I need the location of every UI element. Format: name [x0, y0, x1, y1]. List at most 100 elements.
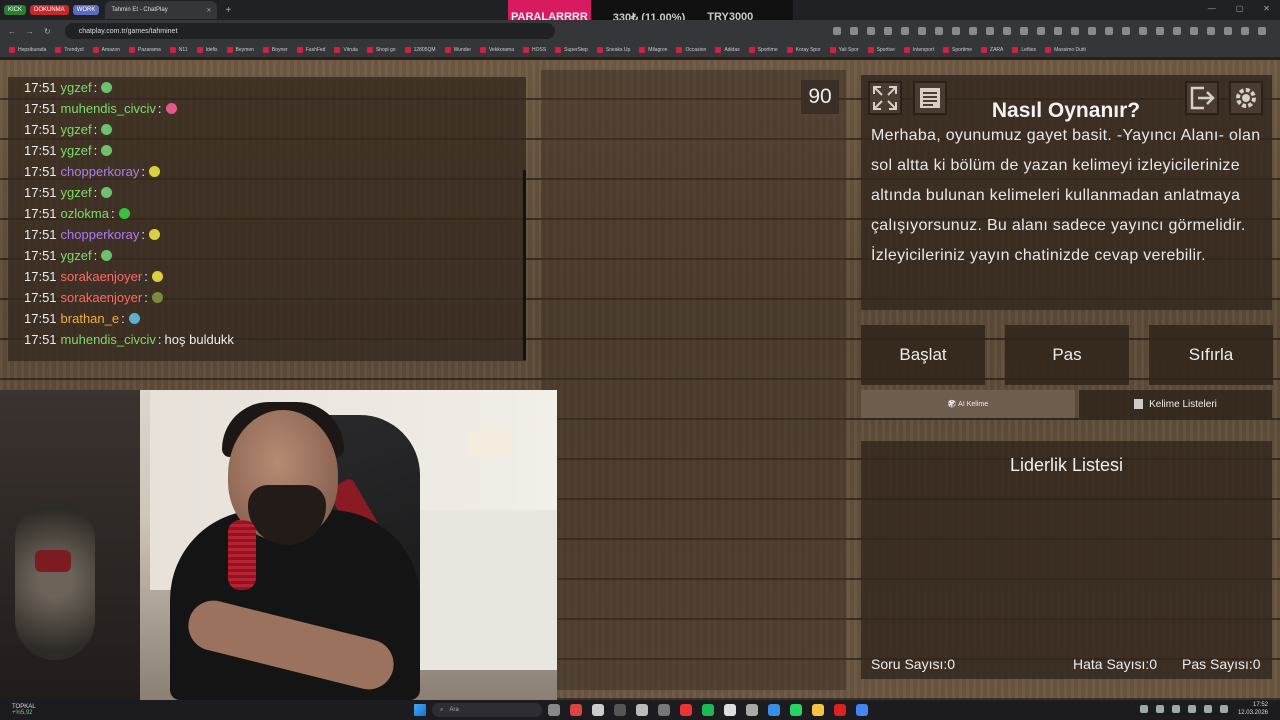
chat-username[interactable]: ygzef — [61, 143, 92, 158]
extension-icon[interactable] — [1190, 27, 1198, 35]
bookmark-item[interactable]: Adidas — [715, 46, 740, 53]
extension-icon[interactable] — [1224, 27, 1232, 35]
bookmark-item[interactable]: Boyner — [262, 46, 288, 53]
bookmark-item[interactable]: Koray Spor — [786, 46, 821, 53]
store-icon[interactable] — [592, 704, 604, 716]
bookmark-item[interactable]: Sportive — [867, 46, 895, 53]
whatsapp-icon[interactable] — [790, 704, 802, 716]
document-button[interactable] — [913, 81, 947, 115]
extension-icon[interactable] — [1139, 27, 1147, 35]
bookmark-item[interactable]: Intersport — [903, 46, 934, 53]
chat-username[interactable]: ygzef — [61, 248, 92, 263]
app-icon[interactable] — [724, 704, 736, 716]
tray-icon[interactable] — [1188, 705, 1196, 713]
start-button[interactable]: Başlat — [861, 325, 985, 385]
pass-button[interactable]: Pas — [1005, 325, 1129, 385]
extension-icon[interactable] — [884, 27, 892, 35]
bookmark-item[interactable]: SuperStep — [555, 46, 588, 53]
bookmark-item[interactable]: Idefix — [196, 46, 218, 53]
extension-icon[interactable] — [901, 27, 909, 35]
browser-icon[interactable] — [570, 704, 582, 716]
bookmark-item[interactable]: Beymen — [226, 46, 254, 53]
word-lists-button[interactable]: Kelime Listeleri — [1079, 390, 1272, 418]
spotify-icon[interactable] — [702, 704, 714, 716]
fullscreen-button[interactable] — [868, 81, 902, 115]
extension-icon[interactable] — [1054, 27, 1062, 35]
bookmark-item[interactable]: Sportime — [748, 46, 778, 53]
minimize-icon[interactable]: — — [1208, 4, 1216, 13]
bookmark-item[interactable]: 12805QM — [404, 46, 436, 53]
task-view-icon[interactable] — [548, 704, 560, 716]
bookmark-item[interactable]: Sportime — [943, 46, 972, 53]
chat-username[interactable]: sorakaenjoyer — [61, 290, 143, 305]
taskbar-search[interactable]: ⌕ Ara — [432, 703, 542, 717]
settings-button[interactable] — [1229, 81, 1263, 115]
bookmark-item[interactable]: Pazarama — [128, 46, 161, 53]
app-icon[interactable] — [614, 704, 626, 716]
app-icon[interactable] — [768, 704, 780, 716]
close-window-icon[interactable]: ✕ — [1263, 4, 1270, 13]
bookmark-item[interactable]: Sneaks Up — [596, 46, 630, 53]
extension-icon[interactable] — [935, 27, 943, 35]
tray-icon[interactable] — [1156, 705, 1164, 713]
chat-username[interactable]: ygzef — [61, 80, 92, 95]
extension-icon[interactable] — [833, 27, 841, 35]
chat-username[interactable]: ozlokma — [61, 206, 109, 221]
extension-icon[interactable] — [1020, 27, 1028, 35]
folder-icon[interactable] — [812, 704, 824, 716]
chat-username[interactable]: muhendis_civciv — [61, 332, 156, 347]
tray-icon[interactable] — [1204, 705, 1212, 713]
extension-icon[interactable] — [1088, 27, 1096, 35]
extension-icon[interactable] — [1258, 27, 1266, 35]
app-icon[interactable] — [636, 704, 648, 716]
back-icon[interactable]: ← — [8, 27, 16, 36]
extension-icon[interactable] — [986, 27, 994, 35]
extension-icon[interactable] — [1003, 27, 1011, 35]
extension-icon[interactable] — [1173, 27, 1181, 35]
extension-icon[interactable] — [1156, 27, 1164, 35]
new-tab-icon[interactable]: + — [225, 5, 231, 16]
weather-widget[interactable]: TOPKAL +%5,92 — [12, 704, 36, 716]
clock[interactable]: 17:52 12.03.2026 — [1238, 701, 1268, 717]
chat-username[interactable]: ygzef — [61, 185, 92, 200]
bookmark-item[interactable]: FashFed — [296, 46, 325, 53]
bookmark-item[interactable]: Vitruta — [334, 46, 358, 53]
active-tab[interactable]: Tahmin Et - ChatPlay ✕ — [105, 1, 218, 19]
url-input[interactable]: chatplay.com.tr/games/tahminet — [64, 23, 555, 39]
exit-button[interactable] — [1185, 81, 1219, 115]
bookmark-item[interactable]: Shopi go — [366, 46, 396, 53]
bookmark-item[interactable]: Trendyol — [55, 46, 84, 53]
pinned-tab-kick[interactable]: KICK — [4, 5, 27, 15]
bookmark-item[interactable]: Milagron — [639, 46, 667, 53]
reload-icon[interactable]: ↻ — [44, 27, 51, 36]
chat-username[interactable]: ygzef — [61, 122, 92, 137]
bookmark-item[interactable]: Massimo Dutti — [1045, 46, 1086, 53]
opera-icon[interactable] — [834, 704, 846, 716]
chat-scrollbar[interactable] — [523, 170, 526, 360]
bookmark-item[interactable]: HOSS — [523, 46, 546, 53]
chat-username[interactable]: chopperkoray — [61, 164, 140, 179]
chat-username[interactable]: chopperkoray — [61, 227, 140, 242]
chrome-icon[interactable] — [856, 704, 868, 716]
pinned-tab-dokunma[interactable]: DOKUNMA — [30, 5, 69, 15]
bookmark-item[interactable]: Vekkorama — [479, 46, 514, 53]
ai-word-button[interactable]: 🎲 AI Kelime — [861, 390, 1075, 418]
extension-icon[interactable] — [1037, 27, 1045, 35]
pinned-tab-work[interactable]: WORK — [72, 5, 100, 15]
bookmark-item[interactable]: Hepsiburada — [9, 46, 46, 53]
app-icon[interactable] — [680, 704, 692, 716]
tray-icon[interactable] — [1140, 705, 1148, 713]
tray-icon[interactable] — [1172, 705, 1180, 713]
bookmark-item[interactable]: Amazon — [92, 46, 120, 53]
bookmark-item[interactable]: ZARA — [981, 46, 1003, 53]
extension-icon[interactable] — [952, 27, 960, 35]
app-icon[interactable] — [658, 704, 670, 716]
bookmark-item[interactable]: Lefties — [1012, 46, 1036, 53]
chat-username[interactable]: sorakaenjoyer — [61, 269, 143, 284]
bookmark-item[interactable]: N11 — [169, 46, 188, 53]
extension-icon[interactable] — [1207, 27, 1215, 35]
reset-button[interactable]: Sıfırla — [1149, 325, 1273, 385]
bookmark-item[interactable]: Occasion — [676, 46, 706, 53]
extension-icon[interactable] — [1122, 27, 1130, 35]
chat-username[interactable]: muhendis_civciv — [61, 101, 156, 116]
